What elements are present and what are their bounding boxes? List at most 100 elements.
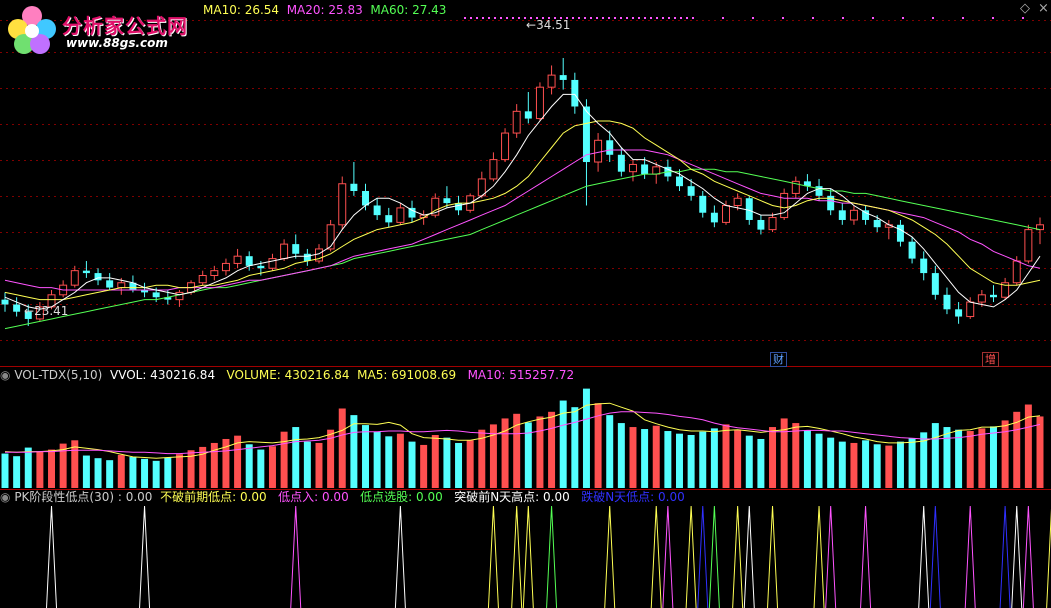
volume-bar <box>385 436 393 488</box>
candle-down <box>292 244 300 254</box>
candle-down <box>943 294 951 310</box>
volume-bar <box>664 431 672 488</box>
candle-down <box>443 198 451 204</box>
ma5-line <box>4 93 1041 310</box>
volume-bar <box>36 451 44 488</box>
volume-bar <box>455 442 463 488</box>
volume-label: VOLUME: 430216.84 <box>226 368 350 382</box>
top-signal-dot <box>482 17 484 19</box>
high-value: 34.51 <box>536 18 571 32</box>
volume-bar <box>501 418 509 488</box>
volume-bar <box>1036 416 1044 488</box>
chart-canvas[interactable] <box>0 0 1051 608</box>
candle-up <box>175 291 184 301</box>
signal-spike <box>732 505 744 608</box>
top-signal-dot <box>722 17 724 19</box>
top-signal-dot <box>476 17 478 19</box>
site-logo: 分析家公式网 www.88gs.com <box>4 4 200 54</box>
volume-bar <box>908 438 916 488</box>
candle-down <box>385 215 393 223</box>
candle-down <box>757 219 765 230</box>
candle-up <box>280 243 289 260</box>
candle-up <box>198 275 207 284</box>
vol-legend: ◉ VOL-TDX(5,10) VVOL: 430216.84 VOLUME: … <box>0 368 574 382</box>
candle-up <box>594 139 603 163</box>
volume-bar <box>141 458 149 488</box>
candle-down <box>571 79 579 107</box>
volume-bar <box>268 446 276 488</box>
candle-down <box>908 241 916 259</box>
candle-down <box>245 256 253 266</box>
top-signal-dot <box>872 17 874 19</box>
top-signal-dot <box>500 17 502 19</box>
signal-spike <box>1011 505 1023 608</box>
volume-bar <box>862 440 870 488</box>
volume-bar <box>117 454 125 488</box>
volume-bar <box>175 454 183 488</box>
volume-bar <box>408 441 416 488</box>
signal-spike <box>767 505 779 608</box>
pk-indicator-name[interactable]: PK阶段性低点(30) : 0.00 <box>14 490 152 504</box>
volume-bar <box>13 456 21 488</box>
volume-bar <box>757 438 765 488</box>
ma20-label: MA20: 25.83 <box>286 3 363 17</box>
finance-marker[interactable]: 财 <box>770 352 787 367</box>
candle-up <box>849 209 858 221</box>
candle-down <box>373 205 381 216</box>
candle-down <box>641 164 649 175</box>
volume-bar <box>617 423 625 488</box>
volume-bar <box>292 427 300 488</box>
top-signal-dot <box>584 17 586 19</box>
top-signal-dot <box>692 17 694 19</box>
candle-up <box>233 255 242 264</box>
volume-bar <box>1001 420 1009 488</box>
candle-up <box>70 270 79 286</box>
candle-down <box>955 309 963 317</box>
volume-bar <box>792 423 800 488</box>
vol-indicator-name[interactable]: VOL-TDX(5,10) <box>14 368 102 382</box>
volume-bar <box>582 388 590 488</box>
pk-item-1: 不破前期低点: 0.00 <box>160 490 267 504</box>
candle-down <box>303 253 311 262</box>
panel-toggle-icon[interactable]: ◉ <box>0 490 10 504</box>
volume-bar <box>431 435 439 488</box>
top-signal-dot <box>668 17 670 19</box>
signal-spike <box>697 505 709 608</box>
vol-ma10-line <box>5 411 1041 455</box>
volume-bar <box>24 447 32 488</box>
increase-marker[interactable]: 增 <box>982 352 999 367</box>
high-price-label: ←34.51 <box>526 18 570 32</box>
volume-bar <box>699 431 707 488</box>
candle-down <box>710 212 718 223</box>
close-icon[interactable]: × <box>1038 2 1049 16</box>
main-ma-legend: MA10: 26.54 MA20: 25.83 MA60: 27.43 <box>203 3 446 17</box>
signal-spike <box>825 505 837 608</box>
candle-up <box>628 163 637 173</box>
top-signal-dot <box>470 17 472 19</box>
candle-up <box>326 224 335 250</box>
volume-bar <box>687 435 695 488</box>
candle-up <box>396 207 405 223</box>
volume-bar <box>955 429 963 488</box>
signal-spike <box>46 505 58 608</box>
panel-toggle-icon[interactable]: ◉ <box>0 368 10 382</box>
volume-bar <box>931 423 939 488</box>
candle-down <box>745 198 753 220</box>
ma10-label: MA10: 26.54 <box>203 3 280 17</box>
candle-up <box>117 282 126 289</box>
signal-spike <box>1022 505 1034 608</box>
signal-spike <box>650 505 662 608</box>
candle-up <box>722 204 730 223</box>
top-signal-dot <box>602 17 604 19</box>
signal-spike <box>964 505 976 608</box>
candle-down <box>1 299 9 305</box>
candle-down <box>524 111 532 119</box>
volume-bar <box>885 445 893 488</box>
top-signal-dot <box>662 17 664 19</box>
top-signal-dot <box>644 17 646 19</box>
volume-bar <box>606 415 614 488</box>
volume-bar <box>838 441 846 488</box>
top-signal-dot <box>680 17 682 19</box>
diamond-icon[interactable]: ◇ <box>1020 2 1030 16</box>
top-signal-dot <box>578 17 580 19</box>
